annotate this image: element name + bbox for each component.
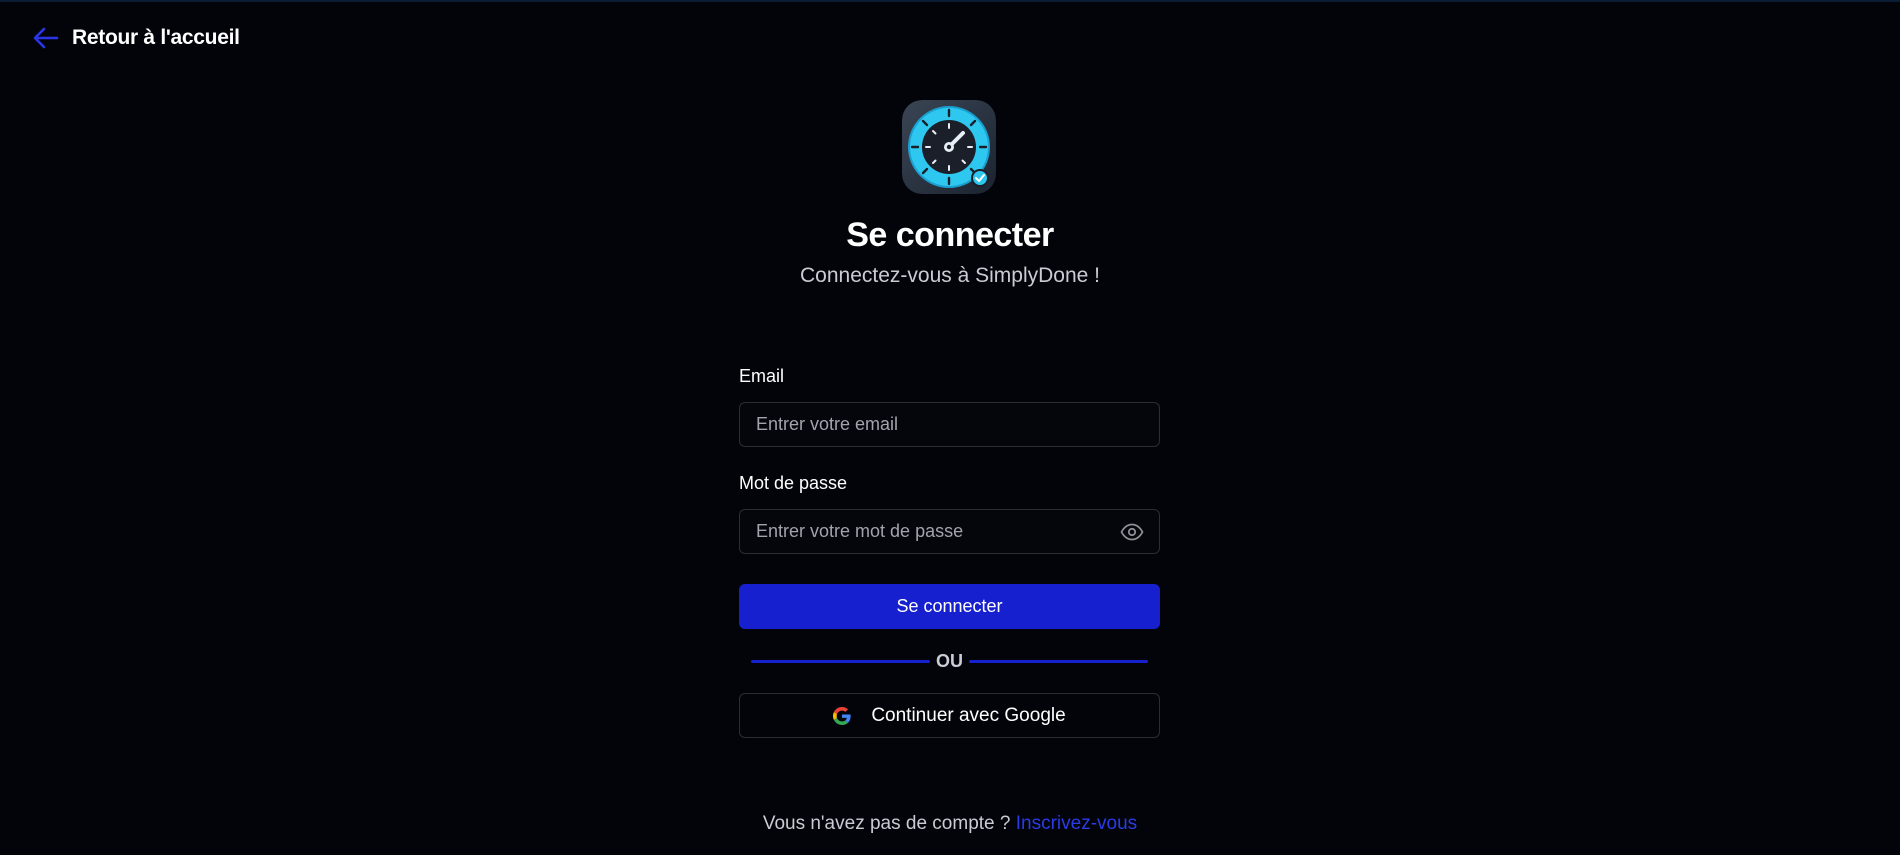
back-to-home-link[interactable]: Retour à l'accueil bbox=[32, 24, 240, 52]
login-button[interactable]: Se connecter bbox=[739, 584, 1160, 629]
login-form: Email Mot de passe Se connecter OU Conti… bbox=[739, 366, 1160, 738]
top-border bbox=[0, 0, 1900, 2]
divider-line-right bbox=[969, 659, 1148, 663]
back-link-label: Retour à l'accueil bbox=[72, 26, 240, 49]
app-logo bbox=[902, 100, 996, 194]
email-field-wrapper bbox=[739, 402, 1160, 447]
eye-icon bbox=[1120, 523, 1144, 541]
stopwatch-check-icon bbox=[902, 100, 996, 194]
or-divider: OU bbox=[739, 649, 1160, 673]
arrow-left-icon bbox=[33, 27, 59, 49]
password-field[interactable] bbox=[740, 510, 1159, 553]
google-icon bbox=[833, 706, 851, 725]
email-field[interactable] bbox=[740, 403, 1159, 446]
signup-prompt-text: Vous n'avez pas de compte ? bbox=[762, 813, 1011, 834]
page-title: Se connecter bbox=[846, 216, 1054, 254]
google-signin-button[interactable]: Continuer avec Google bbox=[739, 693, 1160, 738]
email-label: Email bbox=[739, 366, 785, 386]
signup-link[interactable]: Inscrivez-vous bbox=[1016, 813, 1137, 834]
divider-text: OU bbox=[936, 650, 963, 671]
password-label: Mot de passe bbox=[739, 473, 848, 493]
page-subtitle: Connectez-vous à SimplyDone ! bbox=[800, 264, 1100, 287]
signup-prompt: Vous n'avez pas de compte ? Inscrivez-vo… bbox=[0, 813, 1900, 835]
divider-line-left bbox=[751, 659, 930, 663]
password-field-wrapper bbox=[739, 509, 1160, 554]
show-password-toggle[interactable] bbox=[1119, 520, 1145, 544]
google-button-label: Continuer avec Google bbox=[871, 704, 1066, 726]
